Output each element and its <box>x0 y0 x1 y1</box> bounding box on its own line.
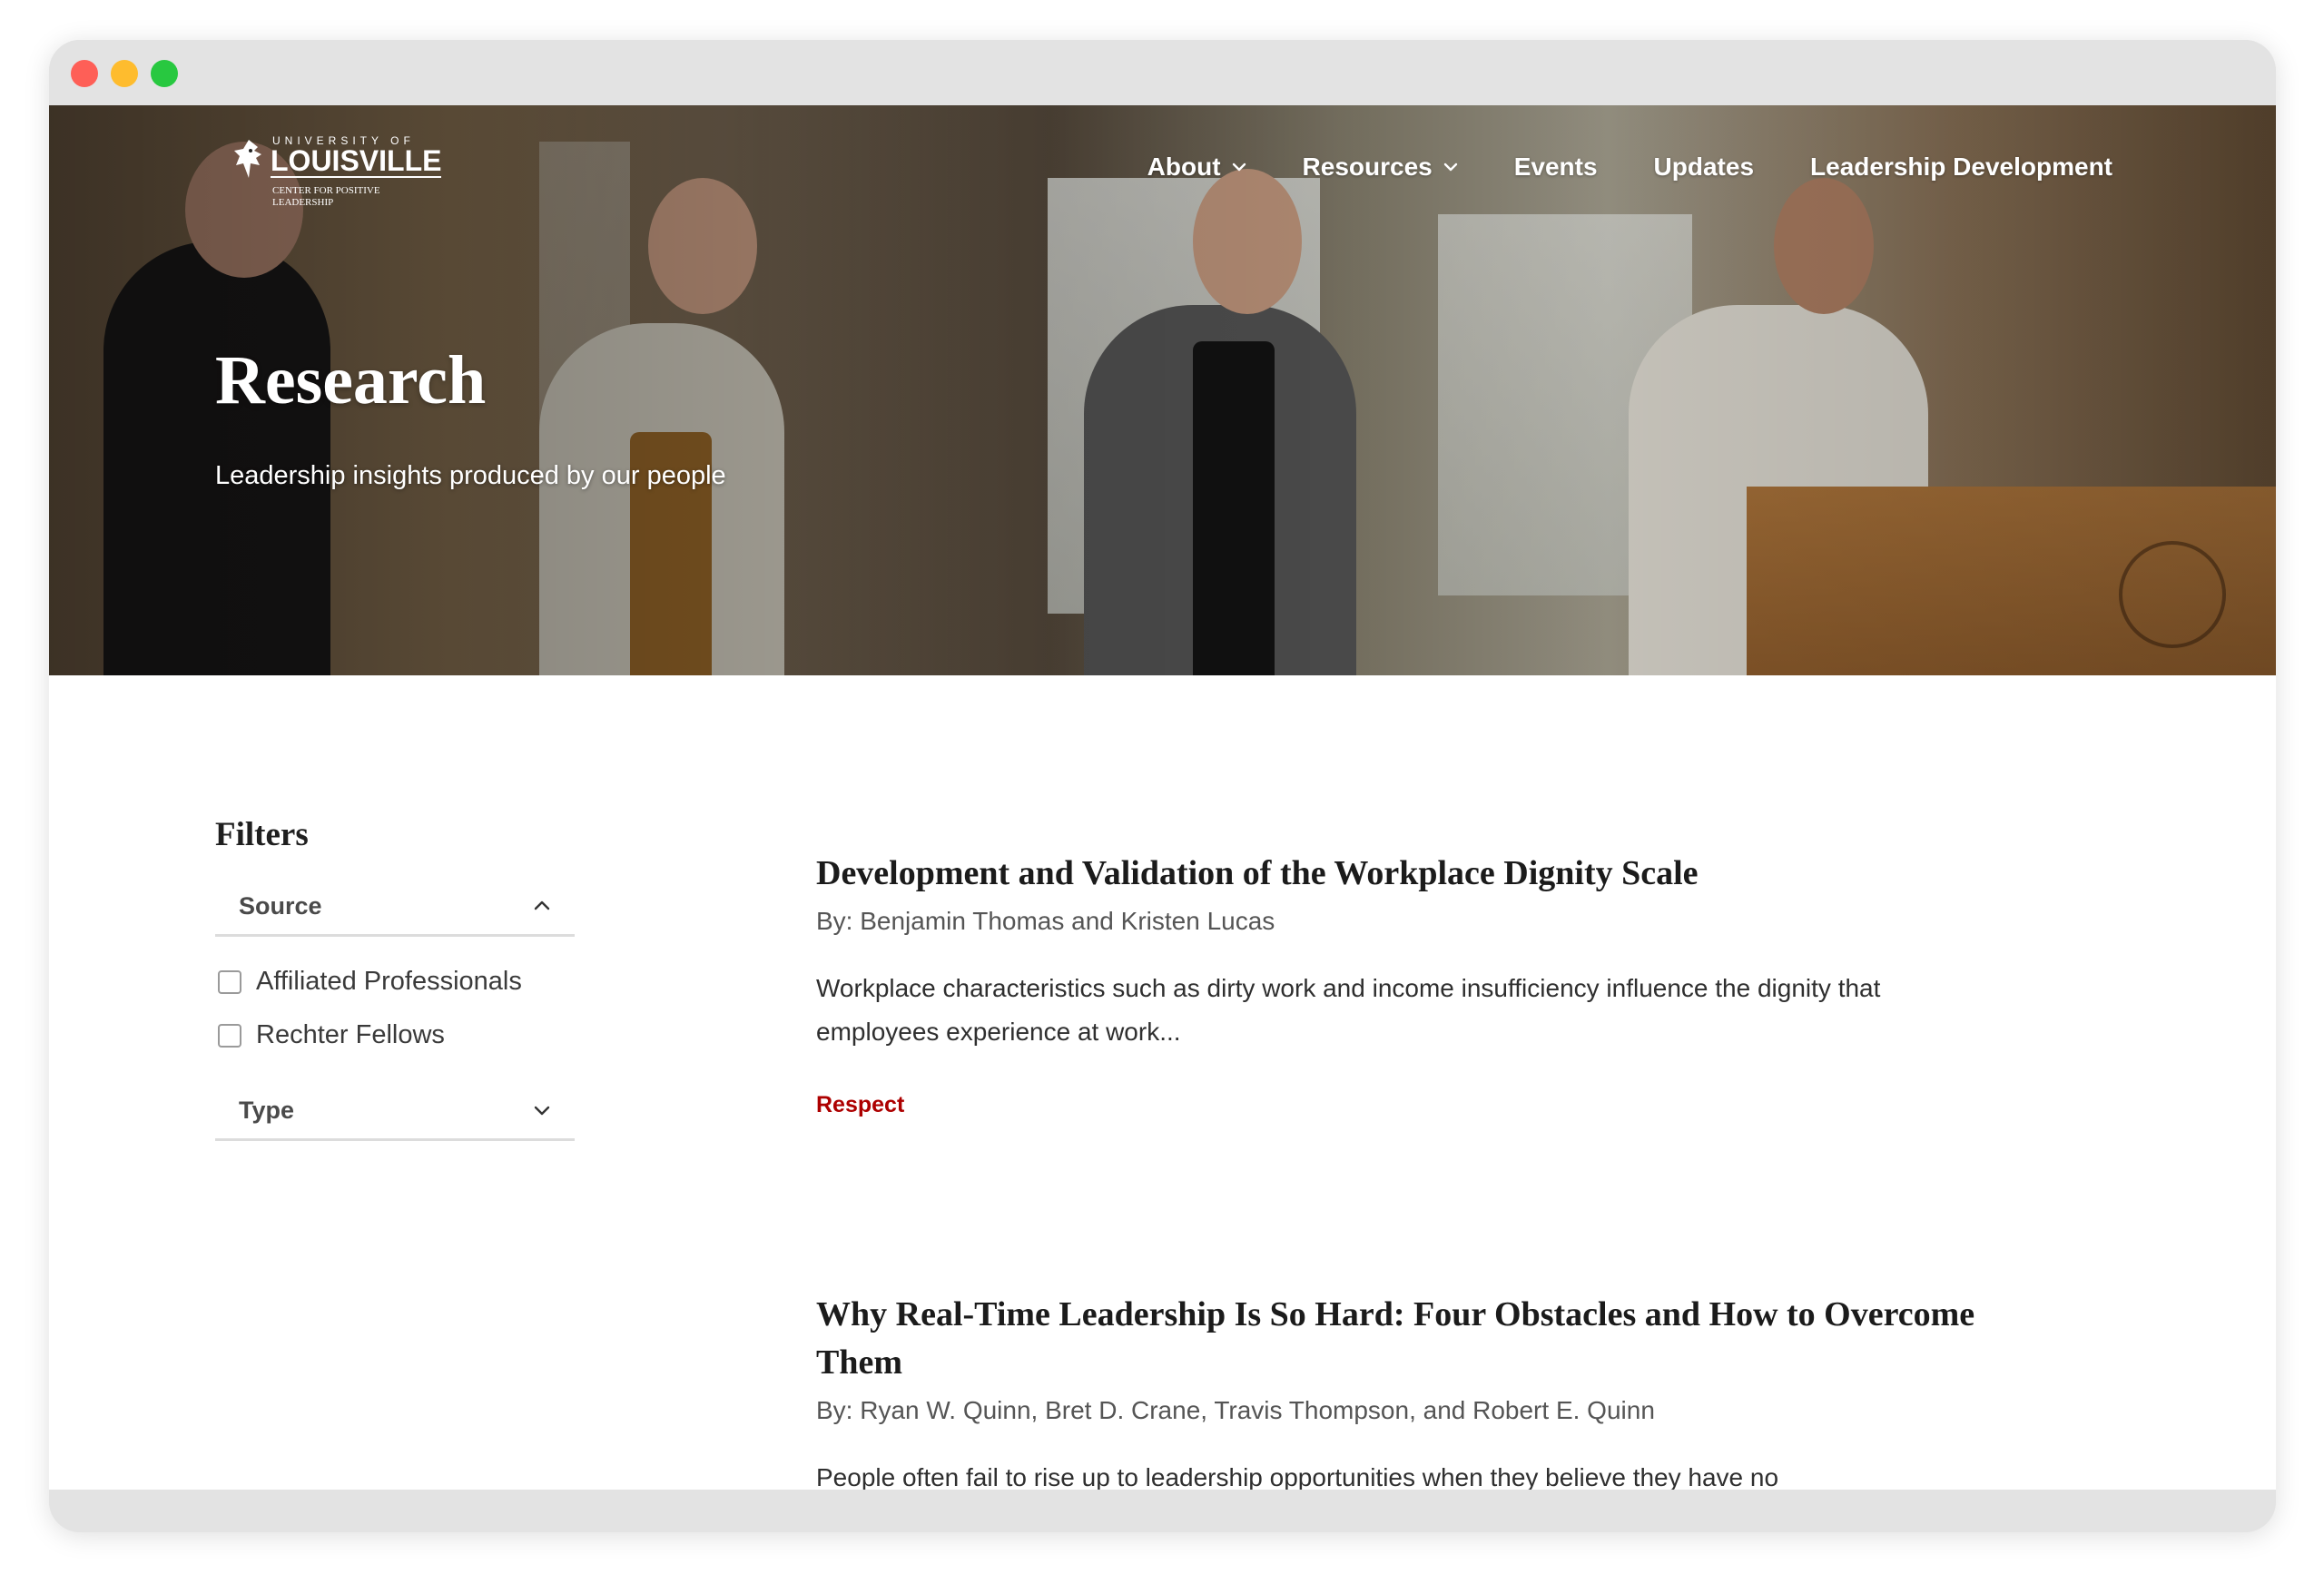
logo-sub-line-1: CENTER FOR POSITIVE <box>272 185 380 196</box>
close-window-button[interactable] <box>71 60 98 87</box>
page-subtitle: Leadership insights produced by our peop… <box>215 461 726 490</box>
filter-group-type-toggle[interactable]: Type <box>215 1082 575 1141</box>
nav-item-label: Resources <box>1302 152 1433 181</box>
checkbox[interactable] <box>218 1023 241 1048</box>
nav-item-label: Updates <box>1653 152 1755 181</box>
chevron-down-icon <box>534 1106 550 1116</box>
chevron-down-icon <box>1232 162 1246 172</box>
nav-item-about[interactable]: About <box>1147 152 1246 182</box>
browser-titlebar <box>49 40 2276 105</box>
browser-window: UNIVERSITY OF LOUISVILLE CENTER FOR POSI… <box>49 40 2276 1532</box>
chevron-down-icon <box>1443 162 1457 172</box>
chevron-up-icon <box>534 900 550 910</box>
filter-group-type: Type <box>215 1082 575 1141</box>
article-authors: By: Ryan W. Quinn, Bret D. Crane, Travis… <box>816 1396 1655 1424</box>
filter-option-rechter-fellows[interactable]: Rechter Fellows <box>215 1008 575 1062</box>
main-nav: About Resources Events Updates Leadershi… <box>1147 152 2112 182</box>
article-authors: By: Benjamin Thomas and Kristen Lucas <box>816 907 1275 935</box>
nav-item-label: About <box>1147 152 1221 181</box>
nav-item-events[interactable]: Events <box>1514 152 1598 182</box>
browser-bottom-bar <box>49 1490 2276 1532</box>
article-title-link[interactable]: Development and Validation of the Workpl… <box>816 850 1996 898</box>
logo-main-text: LOUISVILLE <box>271 144 442 178</box>
filter-group-label: Source <box>239 891 322 920</box>
nav-item-updates[interactable]: Updates <box>1654 152 1754 182</box>
filter-group-label: Type <box>239 1096 295 1124</box>
article-title-link[interactable]: Why Real-Time Leadership Is So Hard: Fou… <box>816 1291 1996 1387</box>
filter-group-source-toggle[interactable]: Source <box>215 878 575 937</box>
filter-option-label: Rechter Fellows <box>256 1020 445 1049</box>
logo-sub-text: CENTER FOR POSITIVE LEADERSHIP <box>272 185 380 209</box>
filter-option-affiliated-professionals[interactable]: Affiliated Professionals <box>215 955 575 1008</box>
filter-option-label: Affiliated Professionals <box>256 967 522 996</box>
cardinal-logo-icon <box>234 140 261 178</box>
page-title: Research <box>215 342 487 418</box>
nav-item-label: Events <box>1513 152 1598 181</box>
research-list: Development and Validation of the Workpl… <box>816 850 1996 1490</box>
research-item: Why Real-Time Leadership Is So Hard: Fou… <box>816 1291 1996 1490</box>
article-excerpt: People often fail to rise up to leadersh… <box>816 1463 1779 1490</box>
page-viewport[interactable]: UNIVERSITY OF LOUISVILLE CENTER FOR POSI… <box>49 105 2276 1490</box>
research-item: Development and Validation of the Workpl… <box>816 850 1996 1118</box>
hero-banner: UNIVERSITY OF LOUISVILLE CENTER FOR POSI… <box>49 105 2276 675</box>
site-logo[interactable]: UNIVERSITY OF LOUISVILLE CENTER FOR POSI… <box>231 131 476 221</box>
article-tag-link[interactable]: Respect <box>816 1092 904 1118</box>
maximize-window-button[interactable] <box>151 60 178 87</box>
nav-item-resources[interactable]: Resources <box>1303 152 1458 182</box>
checkbox[interactable] <box>218 969 241 994</box>
minimize-window-button[interactable] <box>111 60 138 87</box>
filter-group-source: Source Affiliated Professionals Rechter … <box>215 878 575 1082</box>
logo-sub-line-2: LEADERSHIP <box>272 197 334 208</box>
filter-source-options: Affiliated Professionals Rechter Fellows <box>215 937 575 1082</box>
filters-heading: Filters <box>215 816 309 853</box>
nav-item-leadership-development[interactable]: Leadership Development <box>1810 152 2112 182</box>
nav-item-label: Leadership Development <box>1810 152 2112 181</box>
filters-panel: Filters Source Affiliated Professionals … <box>215 815 575 1141</box>
article-excerpt: Workplace characteristics such as dirty … <box>816 974 1881 1046</box>
